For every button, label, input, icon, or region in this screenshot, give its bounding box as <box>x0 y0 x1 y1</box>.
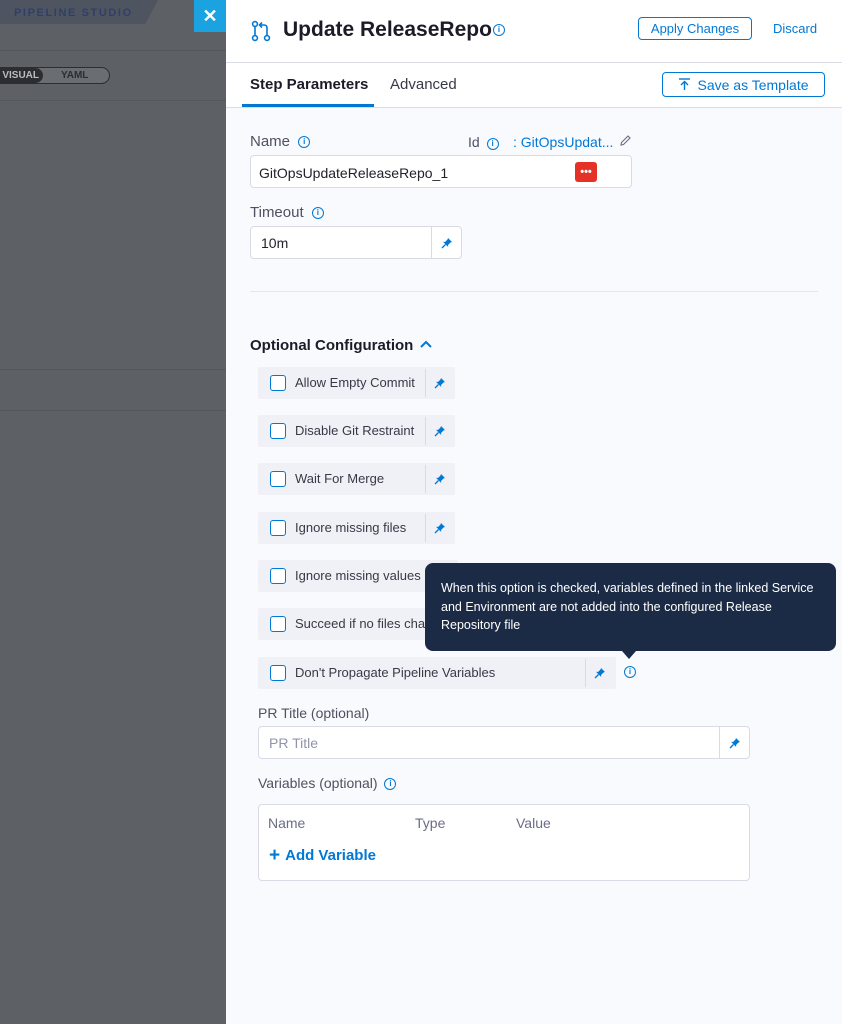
optional-configuration-title[interactable]: Optional Configuration <box>250 337 413 354</box>
variables-table: Name Type Value + Add Variable <box>258 804 750 881</box>
pr-title-placeholder: PR Title <box>269 735 319 751</box>
pin-icon <box>594 668 605 679</box>
pr-title-input[interactable]: PR Title <box>258 726 750 759</box>
id-value[interactable]: : GitOpsUpdat... <box>513 134 613 150</box>
tab-advanced[interactable]: Advanced <box>390 76 457 93</box>
checkbox-label: Wait For Merge <box>295 471 385 486</box>
pin-button[interactable] <box>425 514 454 542</box>
pin-icon <box>434 378 445 389</box>
propagate-info-icon[interactable]: i <box>624 666 636 678</box>
variables-label: Variables (optional) i <box>258 775 397 791</box>
pencil-icon[interactable] <box>619 134 632 147</box>
save-as-template-button[interactable]: Save as Template <box>662 72 825 97</box>
pipeline-studio-title: PIPELINE STUDIO <box>14 7 133 19</box>
discard-button[interactable]: Discard <box>773 21 817 36</box>
checkbox-label: Succeed if no files cha <box>295 616 426 631</box>
checkbox-label: Disable Git Restraint <box>295 423 415 438</box>
column-header-value: Value <box>516 815 551 831</box>
pin-icon <box>441 237 452 248</box>
name-label: Name i <box>250 133 311 150</box>
column-header-type: Type <box>415 815 446 831</box>
name-input-value: GitOpsUpdateReleaseRepo_1 <box>259 165 449 181</box>
checkbox[interactable] <box>270 471 286 487</box>
pin-button[interactable] <box>425 369 454 397</box>
timeout-label-text: Timeout <box>250 204 304 221</box>
pin-icon <box>434 474 445 485</box>
chevron-up-icon[interactable] <box>419 337 433 351</box>
background-divider <box>0 100 226 101</box>
pin-icon <box>434 426 445 437</box>
checkbox[interactable] <box>270 375 286 391</box>
checkbox[interactable] <box>270 616 286 632</box>
tooltip-arrow <box>622 651 636 659</box>
background-canvas: PIPELINE STUDIO VISUAL YAML <box>0 0 226 1024</box>
pin-button[interactable] <box>585 659 614 687</box>
add-variable-button[interactable]: + Add Variable <box>269 845 376 866</box>
column-header-name: Name <box>268 815 306 831</box>
name-info-icon[interactable]: i <box>298 136 311 148</box>
active-tab-indicator <box>242 104 374 107</box>
save-as-template-label: Save as Template <box>697 76 809 93</box>
step-title: Update ReleaseRepo <box>283 18 492 41</box>
apply-changes-button[interactable]: Apply Changes <box>638 17 752 40</box>
tooltip-text: When this option is checked, variables d… <box>441 581 814 632</box>
pin-icon <box>729 737 740 748</box>
checkbox-ignore-missing-files[interactable]: Ignore missing files <box>258 512 455 544</box>
name-label-text: Name <box>250 133 291 150</box>
step-tabs: Step Parameters Advanced Save as Templat… <box>226 63 842 108</box>
add-variable-label: Add Variable <box>285 847 376 864</box>
checkbox[interactable] <box>270 568 286 584</box>
toggle-yaml[interactable]: YAML <box>61 68 88 83</box>
close-icon[interactable]: ✕ <box>202 6 217 27</box>
checkbox-allow-empty-commit[interactable]: Allow Empty Commit <box>258 367 455 399</box>
checkbox[interactable] <box>270 520 286 536</box>
pin-button[interactable] <box>425 417 454 445</box>
plus-icon: + <box>269 845 281 866</box>
variables-label-text: Variables (optional) <box>258 775 378 791</box>
id-label-text: Id <box>468 134 480 150</box>
timeout-label: Timeout i <box>250 204 324 221</box>
checkbox-label: Allow Empty Commit <box>295 375 415 390</box>
timeout-input[interactable]: 10m <box>250 226 462 259</box>
checkbox-disable-git-restraint[interactable]: Disable Git Restraint <box>258 415 455 447</box>
pin-icon <box>434 523 445 534</box>
checkbox[interactable] <box>270 423 286 439</box>
section-divider <box>250 291 818 292</box>
name-input[interactable]: GitOpsUpdateReleaseRepo_1 ••• <box>250 155 632 188</box>
variables-info-icon[interactable]: i <box>384 778 397 790</box>
id-label: Id i <box>468 134 499 150</box>
visual-yaml-toggle[interactable]: VISUAL YAML <box>0 67 110 84</box>
timeout-input-value: 10m <box>261 235 289 251</box>
id-info-icon[interactable]: i <box>486 138 499 150</box>
pin-button[interactable] <box>425 465 454 493</box>
pr-title-label: PR Title (optional) <box>258 705 370 721</box>
checkbox-dont-propagate-pipeline-variables[interactable]: Don't Propagate Pipeline Variables <box>258 657 616 689</box>
checkbox[interactable] <box>270 665 286 681</box>
title-info-icon[interactable]: i <box>493 24 505 36</box>
propagate-variables-tooltip: When this option is checked, variables d… <box>425 563 836 659</box>
step-config-panel: Update ReleaseRepo i Apply Changes Disca… <box>226 0 842 1024</box>
git-pull-request-icon <box>251 20 271 42</box>
tab-step-parameters[interactable]: Step Parameters <box>250 76 368 93</box>
timeout-pin-button[interactable] <box>431 227 462 258</box>
checkbox-label: Ignore missing values <box>295 568 421 583</box>
upload-icon <box>679 78 691 90</box>
secret-menu-icon[interactable]: ••• <box>575 162 597 182</box>
timeout-info-icon[interactable]: i <box>311 207 324 219</box>
checkbox-label: Ignore missing files <box>295 520 407 535</box>
background-stage-band <box>0 369 226 411</box>
checkbox-wait-for-merge[interactable]: Wait For Merge <box>258 463 455 495</box>
close-drawer-button[interactable]: ✕ <box>194 0 226 32</box>
checkbox-label: Don't Propagate Pipeline Variables <box>295 665 496 680</box>
toggle-visual[interactable]: VISUAL <box>0 68 43 83</box>
pr-title-pin-button[interactable] <box>719 727 750 758</box>
panel-header: Update ReleaseRepo i Apply Changes Disca… <box>226 0 842 63</box>
